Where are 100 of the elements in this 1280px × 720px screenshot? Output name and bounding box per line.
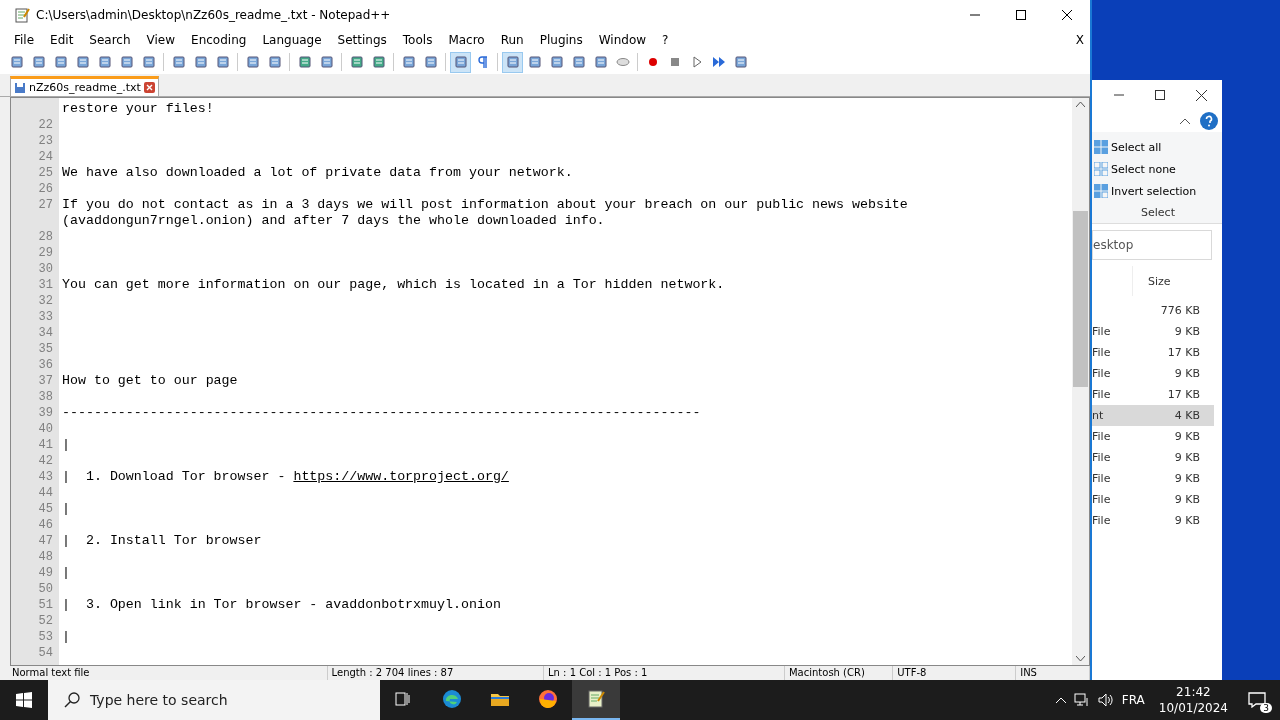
menu-item[interactable]: Encoding: [183, 33, 255, 47]
file-row[interactable]: File 9 KB: [1092, 447, 1214, 468]
file-row[interactable]: File 17 KB: [1092, 384, 1214, 405]
grid-icon: [1094, 184, 1108, 198]
maximize-icon[interactable]: [1016, 10, 1026, 20]
menu-item[interactable]: Window: [590, 33, 655, 47]
code-line: We have also downloaded a lot of private data from your network.: [62, 165, 573, 181]
line-number: 50: [37, 581, 54, 597]
file-row[interactable]: nt 4 KB: [1092, 405, 1214, 426]
line-number: 38: [37, 389, 54, 405]
menu-item[interactable]: Plugins: [531, 33, 591, 47]
code-line: | 1. Download Tor browser -: [62, 469, 287, 485]
ribbon-button[interactable]: Select none: [1094, 160, 1222, 178]
close-icon[interactable]: [1062, 10, 1072, 20]
grid-icon: [1094, 162, 1108, 176]
collapse-ribbon-icon[interactable]: [1180, 118, 1190, 124]
code-line: You can get more information on our page, which is located in a Tor hidden network.: [62, 277, 725, 293]
code-line: |: [62, 629, 70, 645]
line-number: 44: [37, 485, 54, 501]
menu-item[interactable]: Settings: [329, 33, 395, 47]
line-number: 48: [37, 549, 54, 565]
close-button[interactable]: [1195, 89, 1207, 101]
help-icon[interactable]: [1200, 112, 1218, 130]
network-icon[interactable]: [1073, 693, 1090, 707]
code-line: How to get to our page: [62, 373, 238, 389]
line-number: 43: [37, 469, 54, 485]
windows-logo-icon[interactable]: [16, 692, 32, 708]
scroll-down-icon[interactable]: [1076, 656, 1085, 662]
line-number: 37: [37, 373, 54, 389]
grid-icon: [1094, 140, 1108, 154]
menu-item[interactable]: Macro: [440, 33, 493, 47]
line-number: 22: [37, 117, 54, 133]
line-number: 34: [37, 325, 54, 341]
language-indicator[interactable]: FRA: [1121, 693, 1145, 707]
link[interactable]: https://www.torproject.org/: [293, 469, 509, 485]
line-number: 32: [37, 293, 54, 309]
file-row[interactable]: File 9 KB: [1092, 426, 1214, 447]
menu-item[interactable]: Search: [81, 33, 139, 47]
line-number: 52: [37, 613, 54, 629]
volume-icon[interactable]: [1097, 693, 1114, 707]
code-line: --------------------------------------------------------------------------------: [62, 405, 701, 421]
line-number: 23: [37, 133, 54, 149]
line-number: 51: [37, 597, 54, 613]
file-row[interactable]: 776 KB: [1092, 300, 1214, 321]
notepad-icon: [14, 7, 30, 23]
menu-item[interactable]: Run: [492, 33, 532, 47]
file-row[interactable]: File 9 KB: [1092, 363, 1214, 384]
taskbar-app[interactable]: [572, 680, 620, 720]
scrollbar[interactable]: [1072, 98, 1089, 665]
notification-count: 3: [1260, 703, 1272, 713]
scroll-up-icon[interactable]: [1076, 101, 1085, 107]
line-number: 47: [37, 533, 54, 549]
file-row[interactable]: File 9 KB: [1092, 321, 1214, 342]
notepad-icon: [586, 689, 606, 709]
window-title: C:\Users\admin\Desktop\nZz60s_readme_.txt - Notepad++: [36, 8, 392, 22]
menu-item[interactable]: View: [138, 33, 184, 47]
code-line: | 2. Install Tor browser: [62, 533, 262, 549]
line-number: 46: [37, 517, 54, 533]
file-tab[interactable]: nZz60s_readme_.txt: [10, 76, 159, 96]
search-icon: [64, 692, 80, 708]
search-field[interactable]: Type here to search: [48, 680, 380, 720]
maximize-button[interactable]: [1154, 90, 1165, 100]
menu-item[interactable]: Edit: [42, 33, 82, 47]
play-multiple-icon[interactable]: [710, 54, 727, 70]
file-row[interactable]: File 9 KB: [1092, 489, 1214, 510]
menu-item[interactable]: Language: [254, 33, 330, 47]
line-number: 25: [37, 165, 54, 181]
line-number: 31: [37, 277, 54, 293]
file-row[interactable]: File 17 KB: [1092, 342, 1214, 363]
code-line: (avaddongun7rngel.onion) and after 7 days the whole downloaded info.: [62, 213, 605, 229]
column-header[interactable]: Size: [1148, 274, 1214, 288]
line-number: 49: [37, 565, 54, 581]
code-line: |: [62, 501, 70, 517]
menu-item[interactable]: Tools: [394, 33, 441, 47]
file-row[interactable]: File 9 KB: [1092, 468, 1214, 489]
line-number: 36: [37, 357, 54, 373]
ribbon-group-label: Select: [1140, 206, 1176, 219]
line-number: 42: [37, 453, 54, 469]
code-line: |: [62, 565, 70, 581]
clock[interactable]: 21:42 10/01/2024: [1152, 684, 1234, 716]
ribbon-button[interactable]: Invert selection: [1094, 182, 1222, 200]
notification-icon[interactable]: [1248, 692, 1266, 708]
line-number: 39: [37, 405, 54, 421]
line-number: 45: [37, 501, 54, 517]
file-row[interactable]: File 9 KB: [1092, 510, 1214, 531]
code-line: |: [62, 437, 70, 453]
line-number: 41: [37, 437, 54, 453]
ribbon-button[interactable]: Select all: [1094, 138, 1222, 156]
menu-item[interactable]: File: [6, 33, 43, 47]
line-number: 30: [37, 261, 54, 277]
firefox-icon: [538, 689, 558, 709]
close-document-button[interactable]: X: [1075, 33, 1084, 47]
menu-item[interactable]: ?: [654, 33, 677, 47]
line-number: 40: [37, 421, 54, 437]
line-number: 35: [37, 341, 54, 357]
line-number: 54: [37, 645, 54, 661]
code-line: restore your files!: [62, 101, 214, 117]
line-number: 53: [37, 629, 54, 645]
chevron-up-icon[interactable]: [1055, 697, 1066, 703]
address-field[interactable]: esktop: [1092, 230, 1212, 260]
